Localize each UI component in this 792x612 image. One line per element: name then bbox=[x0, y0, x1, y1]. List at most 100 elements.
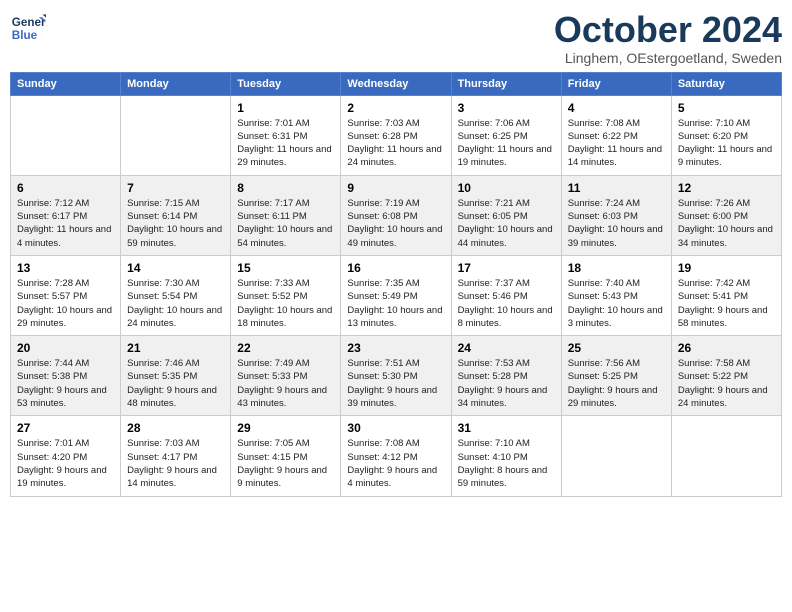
day-info: Sunrise: 7:26 AM Sunset: 6:00 PM Dayligh… bbox=[678, 197, 775, 250]
day-cell bbox=[121, 95, 231, 175]
day-number: 11 bbox=[568, 181, 665, 195]
day-cell: 7Sunrise: 7:15 AM Sunset: 6:14 PM Daylig… bbox=[121, 175, 231, 255]
day-number: 26 bbox=[678, 341, 775, 355]
location-subtitle: Linghem, OEstergoetland, Sweden bbox=[554, 50, 782, 66]
day-number: 24 bbox=[458, 341, 555, 355]
day-cell: 31 Sunrise: 7:10 AM Sunset: 4:10 PM Dayli… bbox=[451, 416, 561, 496]
week-row-2: 6 Sunrise: 7:12 AM Sunset: 6:17 PM Daylig… bbox=[11, 175, 782, 255]
col-header-thursday: Thursday bbox=[451, 72, 561, 95]
day-info: Sunrise: 7:28 AM Sunset: 5:57 PM Dayligh… bbox=[17, 277, 114, 330]
logo-icon: General Blue bbox=[10, 10, 46, 46]
day-info: Sunrise: 7:21 AM Sunset: 6:05 PM Dayligh… bbox=[458, 197, 555, 250]
day-cell: 10 Sunrise: 7:21 AM Sunset: 6:05 PM Dayli… bbox=[451, 175, 561, 255]
col-header-tuesday: Tuesday bbox=[231, 72, 341, 95]
day-cell: 17Sunrise: 7:37 AM Sunset: 5:46 PM Dayli… bbox=[451, 255, 561, 335]
day-number: 30 bbox=[347, 421, 444, 435]
day-number: 6 bbox=[17, 181, 114, 195]
day-info: Sunrise: 7:24 AM Sunset: 6:03 PM Dayligh… bbox=[568, 197, 665, 250]
day-cell: 13Sunrise: 7:28 AM Sunset: 5:57 PM Dayli… bbox=[11, 255, 121, 335]
week-row-5: 27Sunrise: 7:01 AM Sunset: 4:20 PM Dayli… bbox=[11, 416, 782, 496]
day-info: Sunrise: 7:51 AM Sunset: 5:30 PM Dayligh… bbox=[347, 357, 444, 410]
day-info: Sunrise: 7:35 AM Sunset: 5:49 PM Dayligh… bbox=[347, 277, 444, 330]
col-header-wednesday: Wednesday bbox=[341, 72, 451, 95]
day-cell: 19Sunrise: 7:42 AM Sunset: 5:41 PM Dayli… bbox=[671, 255, 781, 335]
day-cell: 8Sunrise: 7:17 AM Sunset: 6:11 PM Daylig… bbox=[231, 175, 341, 255]
day-info: Sunrise: 7:40 AM Sunset: 5:43 PM Dayligh… bbox=[568, 277, 665, 330]
page-header: General Blue General Blue October 2024 L… bbox=[10, 10, 782, 66]
day-cell: 14 Sunrise: 7:30 AM Sunset: 5:54 PM Dayli… bbox=[121, 255, 231, 335]
week-row-4: 20 Sunrise: 7:44 AM Sunset: 5:38 PM Dayli… bbox=[11, 336, 782, 416]
day-cell: 20 Sunrise: 7:44 AM Sunset: 5:38 PM Dayli… bbox=[11, 336, 121, 416]
day-number: 3 bbox=[458, 101, 555, 115]
day-number: 22 bbox=[237, 341, 334, 355]
day-info: Sunrise: 7:44 AM Sunset: 5:38 PM Dayligh… bbox=[17, 357, 114, 410]
day-number: 1 bbox=[237, 101, 334, 115]
day-cell: 30Sunrise: 7:08 AM Sunset: 4:12 PM Dayli… bbox=[341, 416, 451, 496]
title-block: October 2024 Linghem, OEstergoetland, Sw… bbox=[554, 10, 782, 66]
day-cell: 12 Sunrise: 7:26 AM Sunset: 6:00 PM Dayli… bbox=[671, 175, 781, 255]
day-number: 29 bbox=[237, 421, 334, 435]
day-number: 10 bbox=[458, 181, 555, 195]
day-info: Sunrise: 7:58 AM Sunset: 5:22 PM Dayligh… bbox=[678, 357, 775, 410]
day-info: Sunrise: 7:46 AM Sunset: 5:35 PM Dayligh… bbox=[127, 357, 224, 410]
week-row-1: 1 Sunrise: 7:01 AM Sunset: 6:31 PM Daylig… bbox=[11, 95, 782, 175]
day-info: Sunrise: 7:10 AM Sunset: 4:10 PM Dayligh… bbox=[458, 437, 555, 490]
day-info: Sunrise: 7:19 AM Sunset: 6:08 PM Dayligh… bbox=[347, 197, 444, 250]
day-info: Sunrise: 7:06 AM Sunset: 6:25 PM Dayligh… bbox=[458, 117, 555, 170]
day-number: 14 bbox=[127, 261, 224, 275]
day-cell: 9Sunrise: 7:19 AM Sunset: 6:08 PM Daylig… bbox=[341, 175, 451, 255]
day-cell: 23 Sunrise: 7:51 AM Sunset: 5:30 PM Dayli… bbox=[341, 336, 451, 416]
day-cell: 5Sunrise: 7:10 AM Sunset: 6:20 PM Daylig… bbox=[671, 95, 781, 175]
day-cell: 26 Sunrise: 7:58 AM Sunset: 5:22 PM Dayli… bbox=[671, 336, 781, 416]
day-number: 20 bbox=[17, 341, 114, 355]
day-cell: 18Sunrise: 7:40 AM Sunset: 5:43 PM Dayli… bbox=[561, 255, 671, 335]
day-cell: 15Sunrise: 7:33 AM Sunset: 5:52 PM Dayli… bbox=[231, 255, 341, 335]
day-cell: 6 Sunrise: 7:12 AM Sunset: 6:17 PM Daylig… bbox=[11, 175, 121, 255]
col-header-saturday: Saturday bbox=[671, 72, 781, 95]
day-number: 16 bbox=[347, 261, 444, 275]
day-cell: 21Sunrise: 7:46 AM Sunset: 5:35 PM Dayli… bbox=[121, 336, 231, 416]
day-number: 25 bbox=[568, 341, 665, 355]
day-info: Sunrise: 7:42 AM Sunset: 5:41 PM Dayligh… bbox=[678, 277, 775, 330]
day-cell: 28 Sunrise: 7:03 AM Sunset: 4:17 PM Dayli… bbox=[121, 416, 231, 496]
day-cell: 29 Sunrise: 7:05 AM Sunset: 4:15 PM Dayli… bbox=[231, 416, 341, 496]
day-info: Sunrise: 7:49 AM Sunset: 5:33 PM Dayligh… bbox=[237, 357, 334, 410]
day-info: Sunrise: 7:03 AM Sunset: 4:17 PM Dayligh… bbox=[127, 437, 224, 490]
day-cell: 11 Sunrise: 7:24 AM Sunset: 6:03 PM Dayli… bbox=[561, 175, 671, 255]
week-row-3: 13Sunrise: 7:28 AM Sunset: 5:57 PM Dayli… bbox=[11, 255, 782, 335]
day-number: 28 bbox=[127, 421, 224, 435]
day-number: 23 bbox=[347, 341, 444, 355]
day-info: Sunrise: 7:05 AM Sunset: 4:15 PM Dayligh… bbox=[237, 437, 334, 490]
svg-text:Blue: Blue bbox=[12, 29, 38, 42]
day-cell: 24 Sunrise: 7:53 AM Sunset: 5:28 PM Dayli… bbox=[451, 336, 561, 416]
day-number: 7 bbox=[127, 181, 224, 195]
day-number: 4 bbox=[568, 101, 665, 115]
day-cell: 4Sunrise: 7:08 AM Sunset: 6:22 PM Daylig… bbox=[561, 95, 671, 175]
day-number: 2 bbox=[347, 101, 444, 115]
day-info: Sunrise: 7:33 AM Sunset: 5:52 PM Dayligh… bbox=[237, 277, 334, 330]
day-info: Sunrise: 7:03 AM Sunset: 6:28 PM Dayligh… bbox=[347, 117, 444, 170]
day-number: 12 bbox=[678, 181, 775, 195]
day-number: 8 bbox=[237, 181, 334, 195]
day-info: Sunrise: 7:53 AM Sunset: 5:28 PM Dayligh… bbox=[458, 357, 555, 410]
day-cell: 27Sunrise: 7:01 AM Sunset: 4:20 PM Dayli… bbox=[11, 416, 121, 496]
day-info: Sunrise: 7:56 AM Sunset: 5:25 PM Dayligh… bbox=[568, 357, 665, 410]
day-number: 31 bbox=[458, 421, 555, 435]
day-number: 17 bbox=[458, 261, 555, 275]
day-info: Sunrise: 7:01 AM Sunset: 6:31 PM Dayligh… bbox=[237, 117, 334, 170]
logo: General Blue General Blue bbox=[10, 10, 46, 46]
day-info: Sunrise: 7:12 AM Sunset: 6:17 PM Dayligh… bbox=[17, 197, 114, 250]
day-cell: 25 Sunrise: 7:56 AM Sunset: 5:25 PM Dayli… bbox=[561, 336, 671, 416]
col-header-monday: Monday bbox=[121, 72, 231, 95]
col-header-sunday: Sunday bbox=[11, 72, 121, 95]
calendar-table: SundayMondayTuesdayWednesdayThursdayFrid… bbox=[10, 72, 782, 497]
day-cell: 1 Sunrise: 7:01 AM Sunset: 6:31 PM Daylig… bbox=[231, 95, 341, 175]
day-cell bbox=[11, 95, 121, 175]
day-cell: 3 Sunrise: 7:06 AM Sunset: 6:25 PM Daylig… bbox=[451, 95, 561, 175]
col-header-friday: Friday bbox=[561, 72, 671, 95]
day-cell bbox=[561, 416, 671, 496]
header-row: SundayMondayTuesdayWednesdayThursdayFrid… bbox=[11, 72, 782, 95]
day-number: 27 bbox=[17, 421, 114, 435]
day-info: Sunrise: 7:10 AM Sunset: 6:20 PM Dayligh… bbox=[678, 117, 775, 170]
day-info: Sunrise: 7:30 AM Sunset: 5:54 PM Dayligh… bbox=[127, 277, 224, 330]
